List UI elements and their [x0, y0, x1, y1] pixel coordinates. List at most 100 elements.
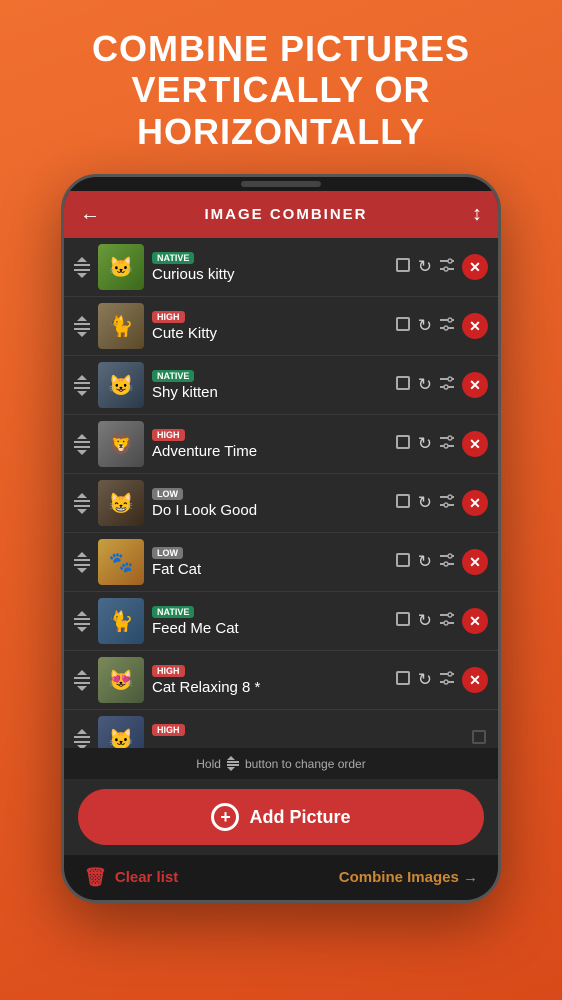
item-badge: LOW: [152, 547, 183, 559]
app-title: IMAGE COMBINER: [205, 206, 368, 223]
item-actions: ↻ ✕: [394, 490, 488, 516]
item-actions: ↻ ✕: [394, 549, 488, 575]
hold-hint: Hold button to change order: [64, 748, 498, 779]
drag-handle[interactable]: [74, 375, 90, 396]
settings-icon[interactable]: [438, 376, 456, 395]
item-name: Fat Cat: [152, 561, 386, 578]
list-item: 😺 NATIVE Shy kitten ↻: [64, 356, 498, 415]
crop-icon[interactable]: [394, 551, 412, 574]
settings-icon[interactable]: [438, 671, 456, 690]
refresh-icon[interactable]: ↻: [418, 316, 432, 336]
headline: COMBINE PICTURESVERTICALLY ORHORIZONTALL…: [62, 0, 500, 174]
crop-icon[interactable]: [394, 669, 412, 692]
combine-label: Combine Images →: [339, 869, 478, 886]
refresh-icon[interactable]: ↻: [418, 434, 432, 454]
crop-icon[interactable]: [394, 315, 412, 338]
settings-icon[interactable]: [438, 612, 456, 631]
list-item: 🦁 HIGH Adventure Time ↻: [64, 415, 498, 474]
drag-handle[interactable]: [74, 316, 90, 337]
phone-notch: [64, 177, 498, 191]
hint-text: Hold: [196, 757, 221, 771]
item-name: ...: [152, 738, 462, 749]
add-picture-button[interactable]: + Add Picture: [78, 789, 484, 845]
item-info: NATIVE Feed Me Cat: [152, 606, 386, 637]
clear-list-button[interactable]: 🗑 Clear list: [84, 867, 178, 888]
item-thumbnail: 🐈: [98, 303, 144, 349]
refresh-icon[interactable]: ↻: [418, 375, 432, 395]
drag-hint-icon: [227, 756, 239, 771]
app-header: ← IMAGE COMBINER ↕: [64, 191, 498, 238]
delete-button[interactable]: ✕: [462, 608, 488, 634]
image-list: 🐱 NATIVE Curious kitty ↻: [64, 238, 498, 748]
drag-handle[interactable]: [74, 257, 90, 278]
drag-handle[interactable]: [74, 670, 90, 691]
drag-handle[interactable]: [74, 611, 90, 632]
back-button[interactable]: ←: [80, 203, 100, 226]
delete-button[interactable]: ✕: [462, 490, 488, 516]
item-badge: HIGH: [152, 429, 185, 441]
refresh-icon[interactable]: ↻: [418, 611, 432, 631]
refresh-icon[interactable]: ↻: [418, 552, 432, 572]
item-badge: HIGH: [152, 311, 185, 323]
item-actions: ↻ ✕: [394, 431, 488, 457]
item-actions: ↻ ✕: [394, 254, 488, 280]
crop-icon[interactable]: [394, 256, 412, 279]
drag-handle[interactable]: [74, 434, 90, 455]
item-actions: ↻ ✕: [394, 372, 488, 398]
item-thumbnail: 🐈: [98, 598, 144, 644]
settings-icon[interactable]: [438, 553, 456, 572]
item-badge: NATIVE: [152, 252, 194, 264]
delete-button[interactable]: ✕: [462, 254, 488, 280]
list-item: 😸 LOW Do I Look Good ↻: [64, 474, 498, 533]
item-info: HIGH Cute Kitty: [152, 311, 386, 342]
clear-list-label: Clear list: [115, 869, 178, 886]
crop-icon[interactable]: [394, 492, 412, 515]
refresh-icon[interactable]: ↻: [418, 257, 432, 277]
delete-button[interactable]: ✕: [462, 372, 488, 398]
item-thumbnail: 🐾: [98, 539, 144, 585]
crop-icon[interactable]: [394, 610, 412, 633]
item-actions-partial: [470, 728, 488, 749]
list-item: 🐈 HIGH Cute Kitty ↻: [64, 297, 498, 356]
item-badge: HIGH: [152, 724, 185, 736]
settings-icon[interactable]: [438, 494, 456, 513]
drag-handle[interactable]: [74, 493, 90, 514]
settings-icon[interactable]: [438, 317, 456, 336]
settings-icon[interactable]: [438, 258, 456, 277]
list-item: 🐱 HIGH ...: [64, 710, 498, 748]
drag-handle[interactable]: [74, 552, 90, 573]
item-name: Curious kitty: [152, 266, 386, 283]
item-info: NATIVE Shy kitten: [152, 370, 386, 401]
item-name: Adventure Time: [152, 443, 386, 460]
drag-handle[interactable]: [74, 729, 90, 749]
delete-button[interactable]: ✕: [462, 313, 488, 339]
delete-button[interactable]: ✕: [462, 667, 488, 693]
item-name: Do I Look Good: [152, 502, 386, 519]
hint-suffix: button to change order: [245, 757, 366, 771]
item-badge: LOW: [152, 488, 183, 500]
crop-icon[interactable]: [394, 433, 412, 456]
item-badge: NATIVE: [152, 606, 194, 618]
delete-button[interactable]: ✕: [462, 431, 488, 457]
sort-button[interactable]: ↕: [472, 203, 482, 226]
add-icon: +: [211, 803, 239, 831]
item-info: HIGH Cat Relaxing 8 *: [152, 665, 386, 696]
item-info: HIGH ...: [152, 724, 462, 749]
item-name: Feed Me Cat: [152, 620, 386, 637]
refresh-icon[interactable]: ↻: [418, 493, 432, 513]
settings-icon[interactable]: [438, 435, 456, 454]
combine-images-button[interactable]: Combine Images →: [339, 869, 478, 886]
refresh-icon[interactable]: ↻: [418, 670, 432, 690]
crop-icon[interactable]: [394, 374, 412, 397]
delete-button[interactable]: ✕: [462, 549, 488, 575]
item-thumbnail: 🐱: [98, 244, 144, 290]
crop-icon-partial: [470, 728, 488, 749]
list-item: 🐾 LOW Fat Cat ↻: [64, 533, 498, 592]
item-actions: ↻ ✕: [394, 313, 488, 339]
item-name: Cat Relaxing 8 *: [152, 679, 386, 696]
bottom-bar: 🗑 Clear list Combine Images →: [64, 855, 498, 900]
item-name: Cute Kitty: [152, 325, 386, 342]
item-badge: NATIVE: [152, 370, 194, 382]
add-picture-label: Add Picture: [249, 807, 350, 828]
item-actions: ↻ ✕: [394, 667, 488, 693]
